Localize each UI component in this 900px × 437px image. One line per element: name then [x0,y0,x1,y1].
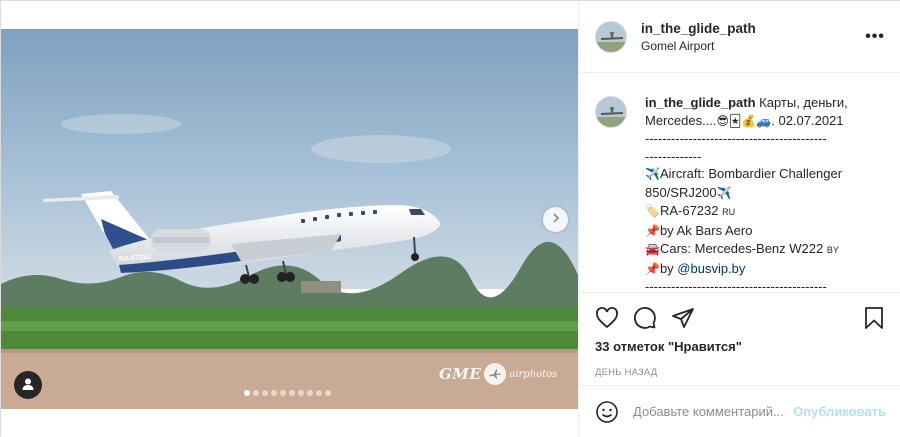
likes-count[interactable]: 33 отметок "Нравится" [595,339,886,354]
post-timestamp[interactable]: ДЕНЬ НАЗАД [595,367,886,378]
watermark-subtitle: airphotos [509,368,558,380]
share-icon[interactable] [671,306,695,330]
carousel-dot [307,390,313,396]
bookmark-icon[interactable] [862,306,886,330]
carousel-dot [298,390,304,396]
comment-icon[interactable] [633,306,657,330]
airplane-emoji-icon: ✈️ [716,185,732,200]
pin-emoji-icon: 📌 [645,261,660,276]
caption-text: in_the_glide_path Карты, деньги, Mercede… [645,94,885,293]
comment-input[interactable] [633,404,794,419]
watermark-logo: GME [439,365,482,383]
carousel-indicator [244,390,331,396]
next-slide-button[interactable] [543,207,568,232]
post-header: in_the_glide_path Gomel Airport ••• [579,1,900,73]
car-emoji-icon: 🚘 [645,242,660,256]
photo-watermark: GME airphotos [439,363,557,385]
caption-line2: Mercedes.... [645,112,717,128]
caption-line1: Карты, деньги, [755,95,848,110]
caption-registration: RA-67232 [659,203,719,218]
post-location[interactable]: Gomel Airport [641,39,865,53]
add-comment-bar: Опубликовать [579,385,900,437]
money-bag-emoji-icon: 💰 [741,113,757,128]
caption-comment: in_the_glide_path Карты, деньги, Mercede… [595,94,886,293]
car-emoji-icon: 🚙 [756,113,772,128]
caption-username[interactable]: in_the_glide_path [645,95,756,110]
post-media[interactable]: RA-67232 GME airphotos [1,1,578,437]
flag-by: BY [826,245,839,255]
tag-emoji-icon: 🏷️ [645,204,660,218]
caption-avatar[interactable] [595,96,627,128]
caption-aircraft: Aircraft: Bombardier Challenger 850/SRJ2… [645,166,843,200]
post-sidebar: in_the_glide_path Gomel Airport ••• in_t… [578,1,900,437]
caption-by-prefix: by [659,260,678,276]
carousel-dot [316,390,322,396]
pin-emoji-icon: 📌 [645,223,660,238]
caption-cars: Cars: Mercedes-Benz W222 [659,241,824,256]
carousel-dot [271,390,277,396]
caption-date: . 02.07.2021 [771,112,844,128]
mention-link[interactable]: @busvip.by [677,261,745,276]
user-tag-icon [21,377,35,394]
user-tags-button[interactable] [14,371,42,399]
carousel-dot [244,390,250,396]
carousel-dot [280,390,286,396]
card-emoji-icon: 🃏 [729,113,742,128]
carousel-dot [253,390,259,396]
divider-line: ------------- [645,148,702,164]
author-avatar[interactable] [595,20,627,53]
more-options-button[interactable]: ••• [865,28,885,46]
airplane-icon [484,363,507,385]
smile-icon[interactable] [595,400,619,424]
airplane-emoji-icon: ✈️ [645,167,660,181]
author-username[interactable]: in_the_glide_path [641,21,865,36]
caption-area: in_the_glide_path Карты, деньги, Mercede… [579,74,900,293]
carousel-dot [262,390,268,396]
action-bar [595,293,886,339]
divider-line: ----------------------------------------… [645,279,827,293]
publish-button[interactable]: Опубликовать [793,404,886,419]
divider-line: ----------------------------------------… [645,131,827,146]
chevron-right-icon [550,212,562,227]
carousel-dot [325,390,331,396]
heart-icon[interactable] [595,306,619,330]
sunglasses-emoji-icon: 😎 [716,113,730,128]
flag-ru: RU [722,207,736,217]
caption-operator: by Ak Bars Aero [659,222,753,238]
carousel-dot [289,390,295,396]
aircraft-photo: RA-67232 [1,29,578,409]
instagram-post: RA-67232 GME airphotos in_the_glide_path… [0,0,900,437]
